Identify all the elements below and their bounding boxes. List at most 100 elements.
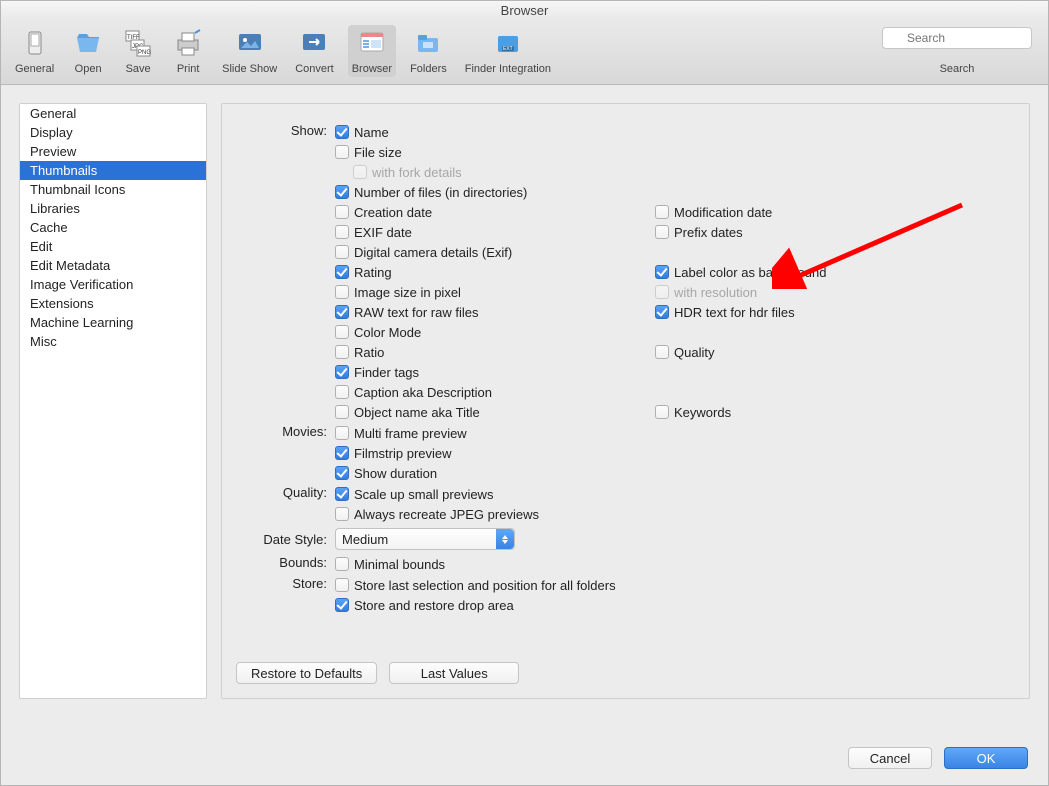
- checkbox-row[interactable]: Digital camera details (Exif): [335, 242, 655, 262]
- checkbox-label: Name: [354, 125, 389, 140]
- sidebar-item-extensions[interactable]: Extensions: [20, 294, 206, 313]
- checkbox[interactable]: [335, 265, 349, 279]
- checkbox[interactable]: [335, 487, 349, 501]
- ok-button[interactable]: OK: [944, 747, 1028, 769]
- checkbox[interactable]: [335, 205, 349, 219]
- content-pane: Show: NameFile sizewith fork detailsNumb…: [221, 103, 1030, 699]
- checkbox[interactable]: [335, 185, 349, 199]
- checkbox[interactable]: [335, 426, 349, 440]
- checkbox[interactable]: [335, 345, 349, 359]
- checkbox-label: File size: [354, 145, 402, 160]
- checkbox[interactable]: [335, 578, 349, 592]
- cancel-button[interactable]: Cancel: [848, 747, 932, 769]
- printer-icon: [172, 27, 204, 59]
- checkbox-row[interactable]: Scale up small previews: [335, 484, 655, 504]
- checkbox-label: Minimal bounds: [354, 557, 445, 572]
- checkbox-row[interactable]: HDR text for hdr files: [655, 302, 935, 322]
- checkbox-row[interactable]: with fork details: [335, 162, 655, 182]
- sidebar-item-misc[interactable]: Misc: [20, 332, 206, 351]
- toolbar-item-print[interactable]: Print: [168, 25, 208, 77]
- checkbox-row[interactable]: EXIF date: [335, 222, 655, 242]
- checkbox[interactable]: [655, 345, 669, 359]
- checkbox[interactable]: [335, 365, 349, 379]
- search-input[interactable]: [882, 27, 1032, 49]
- checkbox-row[interactable]: Creation date: [335, 202, 655, 222]
- checkbox-row[interactable]: Prefix dates: [655, 222, 935, 242]
- checkbox[interactable]: [335, 245, 349, 259]
- sidebar-item-thumbnail-icons[interactable]: Thumbnail Icons: [20, 180, 206, 199]
- checkbox-label: Color Mode: [354, 325, 421, 340]
- checkbox[interactable]: [335, 385, 349, 399]
- checkbox-row[interactable]: Store and restore drop area: [335, 595, 755, 615]
- checkbox-row[interactable]: Show duration: [335, 463, 655, 483]
- checkbox[interactable]: [655, 305, 669, 319]
- checkbox[interactable]: [335, 125, 349, 139]
- checkbox-row[interactable]: Rating: [335, 262, 655, 282]
- checkbox-row[interactable]: Quality: [655, 342, 935, 362]
- checkbox-row[interactable]: Multi frame preview: [335, 423, 655, 443]
- checkbox-row[interactable]: Always recreate JPEG previews: [335, 504, 655, 524]
- checkbox-row[interactable]: Ratio: [335, 342, 655, 362]
- sidebar-item-display[interactable]: Display: [20, 123, 206, 142]
- sidebar-item-general[interactable]: General: [20, 104, 206, 123]
- toolbar-item-folders[interactable]: Folders: [406, 25, 451, 77]
- sidebar-item-machine-learning[interactable]: Machine Learning: [20, 313, 206, 332]
- checkbox[interactable]: [335, 225, 349, 239]
- sidebar-item-thumbnails[interactable]: Thumbnails: [20, 161, 206, 180]
- checkbox-row[interactable]: Name: [335, 122, 655, 142]
- sidebar-item-image-verification[interactable]: Image Verification: [20, 275, 206, 294]
- checkbox-row[interactable]: Minimal bounds: [335, 554, 655, 574]
- toolbar-item-slideshow[interactable]: Slide Show: [218, 25, 281, 77]
- checkbox-label: Digital camera details (Exif): [354, 245, 512, 260]
- last-values-button[interactable]: Last Values: [389, 662, 519, 684]
- restore-defaults-button[interactable]: Restore to Defaults: [236, 662, 377, 684]
- checkbox[interactable]: [335, 466, 349, 480]
- checkbox-row[interactable]: Label color as background: [655, 262, 935, 282]
- browser-window-icon: [356, 27, 388, 59]
- checkbox-row[interactable]: Color Mode: [335, 322, 655, 342]
- date-style-label: Date Style:: [240, 531, 335, 547]
- checkbox[interactable]: [335, 557, 349, 571]
- checkbox[interactable]: [335, 598, 349, 612]
- checkbox[interactable]: [655, 205, 669, 219]
- checkbox[interactable]: [335, 405, 349, 419]
- checkbox[interactable]: [335, 305, 349, 319]
- sidebar-item-cache[interactable]: Cache: [20, 218, 206, 237]
- checkbox-row[interactable]: File size: [335, 142, 655, 162]
- toolbar-item-general[interactable]: General: [11, 25, 58, 77]
- checkbox[interactable]: [655, 405, 669, 419]
- toolbar-item-finder-integration[interactable]: EXT Finder Integration: [461, 25, 555, 77]
- checkbox-row[interactable]: Object name aka Title: [335, 402, 655, 422]
- checkbox-row[interactable]: Finder tags: [335, 362, 655, 382]
- checkbox[interactable]: [335, 507, 349, 521]
- category-sidebar[interactable]: GeneralDisplayPreviewThumbnailsThumbnail…: [19, 103, 207, 699]
- toolbar-item-save[interactable]: TIFFJPGPNG Save: [118, 25, 158, 77]
- sidebar-item-edit-metadata[interactable]: Edit Metadata: [20, 256, 206, 275]
- spacer: [655, 182, 935, 202]
- sidebar-item-libraries[interactable]: Libraries: [20, 199, 206, 218]
- checkbox-row[interactable]: Keywords: [655, 402, 935, 422]
- checkbox-row[interactable]: with resolution: [655, 282, 935, 302]
- checkbox-row[interactable]: Store last selection and position for al…: [335, 575, 755, 595]
- checkbox-row[interactable]: Number of files (in directories): [335, 182, 655, 202]
- slideshow-icon: [234, 27, 266, 59]
- toolbar-item-convert[interactable]: Convert: [291, 25, 338, 77]
- checkbox[interactable]: [335, 325, 349, 339]
- checkbox-row[interactable]: Image size in pixel: [335, 282, 655, 302]
- checkbox[interactable]: [655, 265, 669, 279]
- checkbox[interactable]: [335, 285, 349, 299]
- checkbox[interactable]: [335, 145, 349, 159]
- toolbar-item-browser[interactable]: Browser: [348, 25, 396, 77]
- checkbox-row[interactable]: RAW text for raw files: [335, 302, 655, 322]
- toolbar-item-open[interactable]: Open: [68, 25, 108, 77]
- checkbox[interactable]: [335, 446, 349, 460]
- sidebar-item-edit[interactable]: Edit: [20, 237, 206, 256]
- checkbox-row[interactable]: Modification date: [655, 202, 935, 222]
- date-style-select[interactable]: Medium: [335, 528, 515, 550]
- quality-label: Quality:: [240, 484, 335, 500]
- sidebar-item-preview[interactable]: Preview: [20, 142, 206, 161]
- checkbox-row[interactable]: Filmstrip preview: [335, 443, 655, 463]
- checkbox-row[interactable]: Caption aka Description: [335, 382, 655, 402]
- window-title: Browser: [1, 1, 1048, 21]
- checkbox[interactable]: [655, 225, 669, 239]
